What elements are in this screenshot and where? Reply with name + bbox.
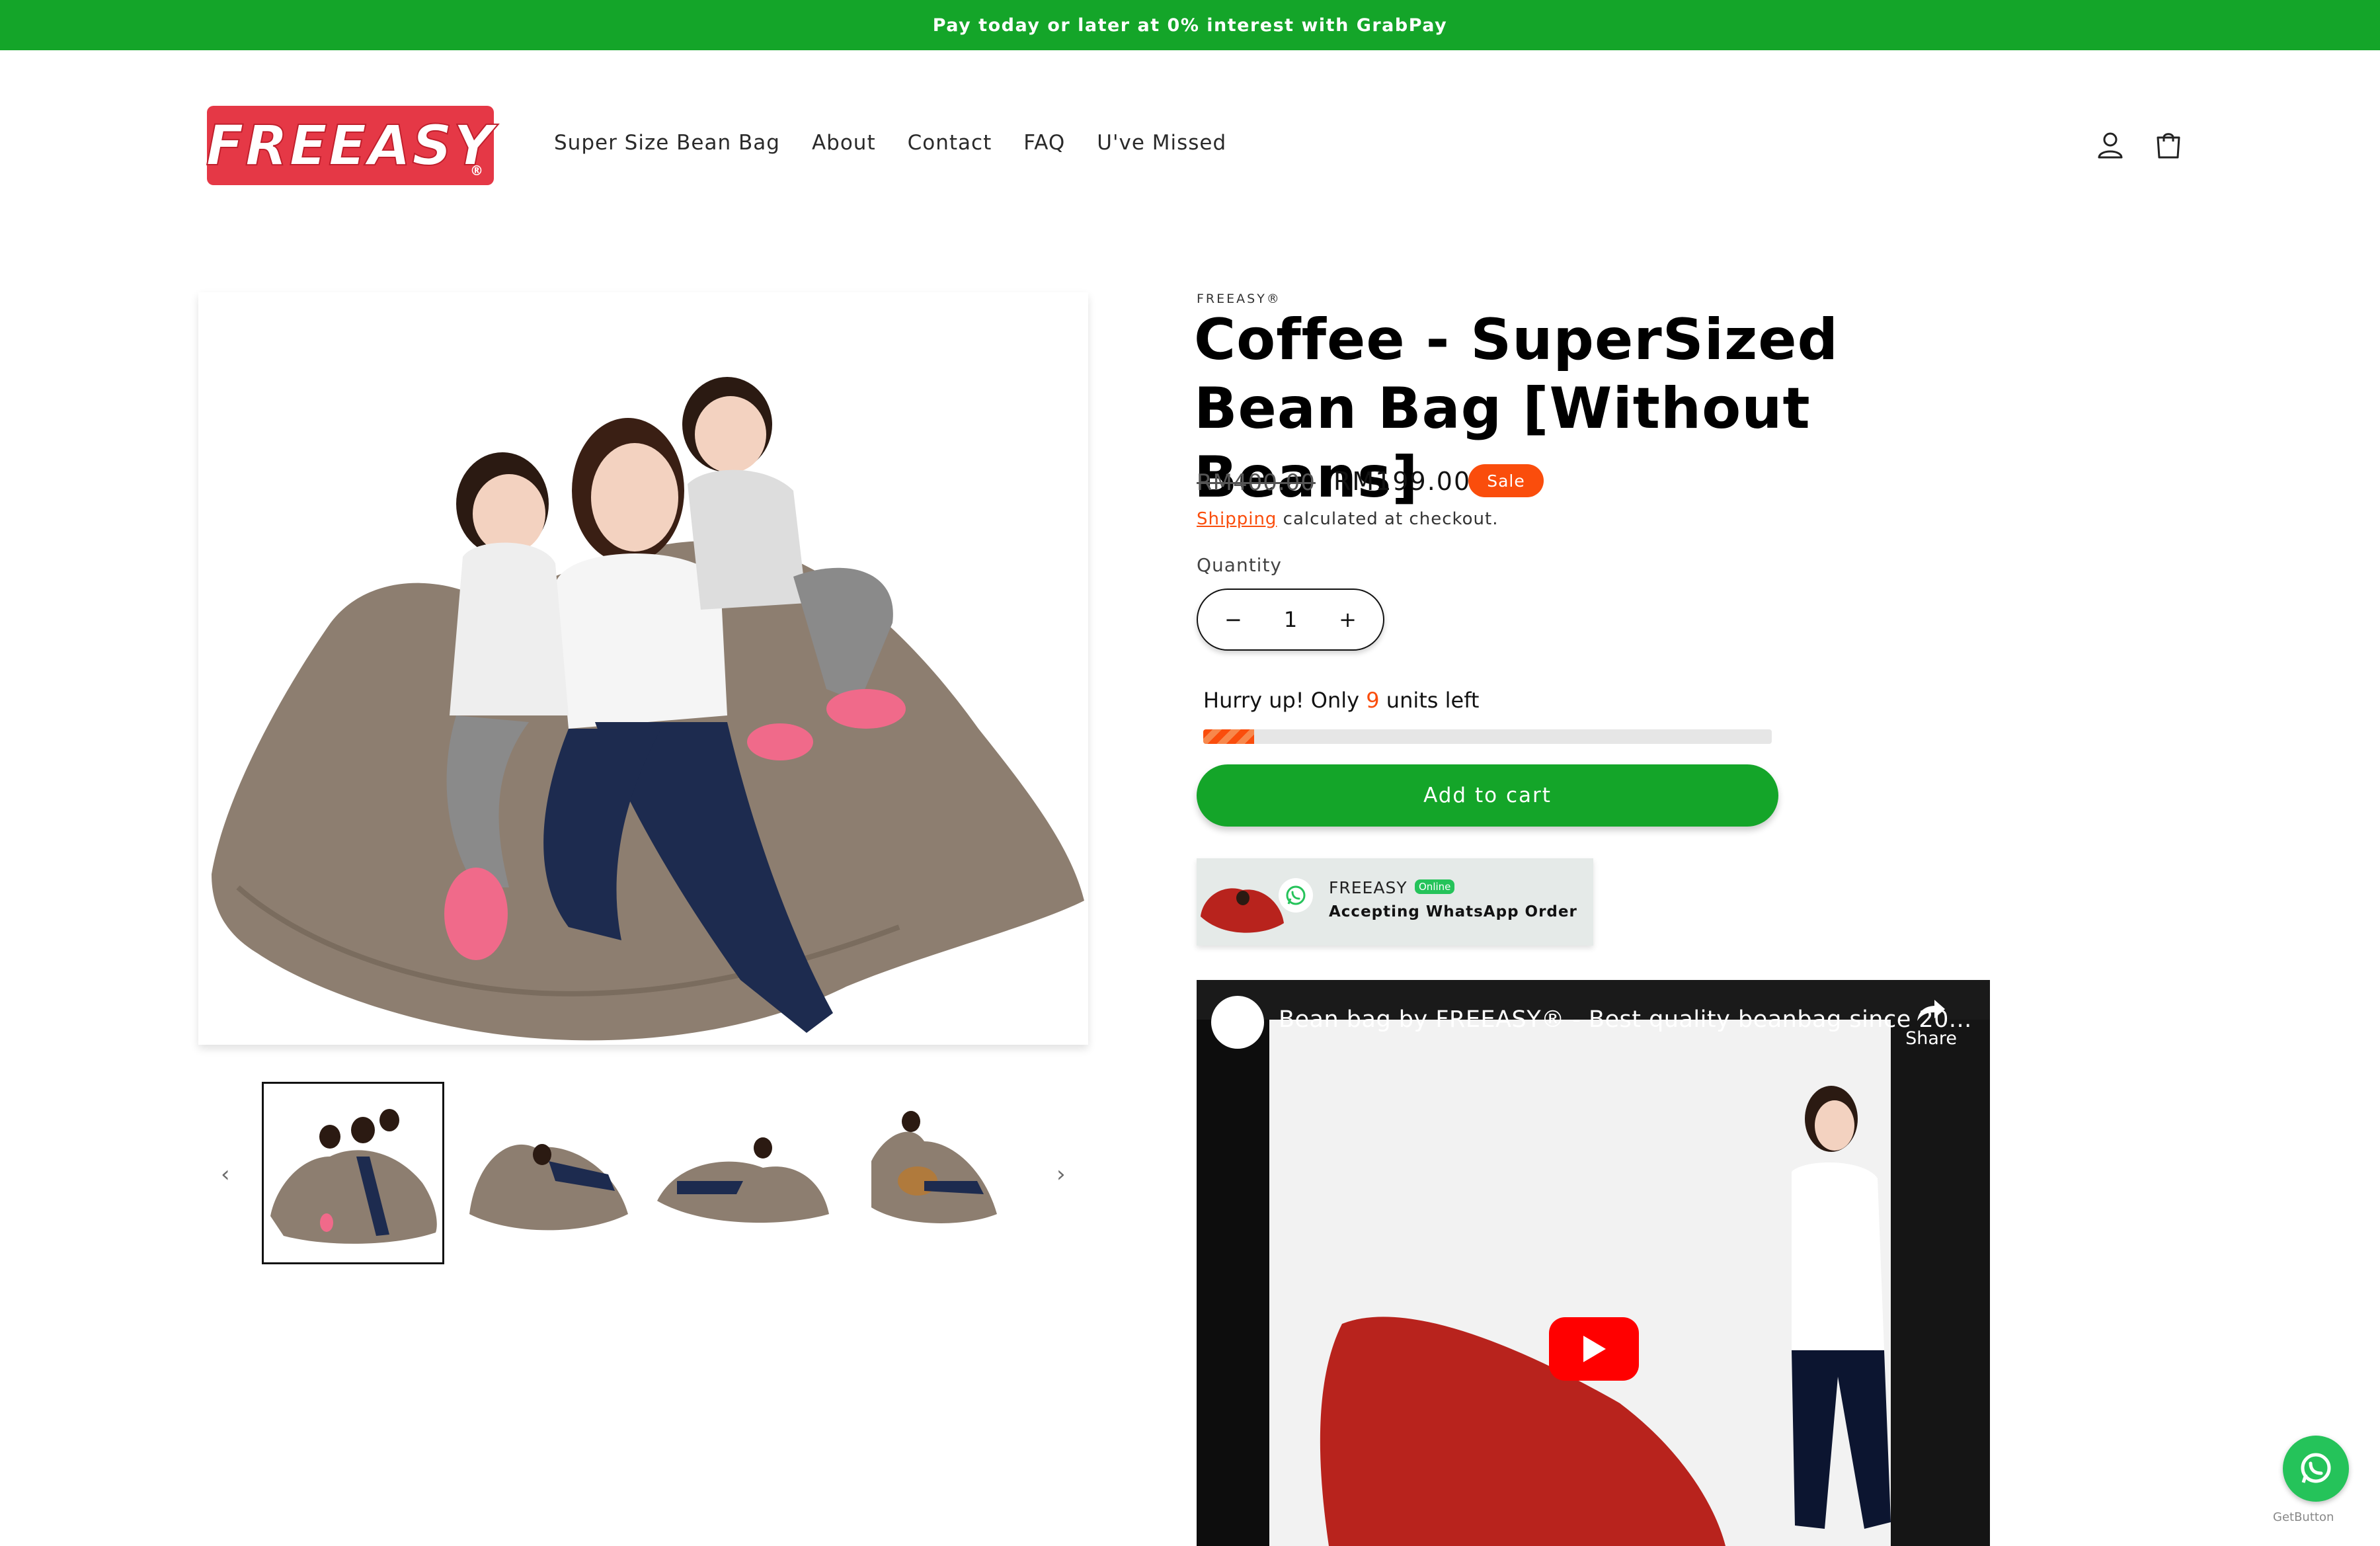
quantity-label: Quantity: [1197, 554, 1282, 576]
shipping-link[interactable]: Shipping: [1197, 509, 1277, 529]
play-button[interactable]: [1549, 1317, 1639, 1381]
nav-item-about[interactable]: About: [812, 131, 876, 155]
getbutton-credit[interactable]: GetButton: [2273, 1510, 2334, 1524]
chevron-right-icon[interactable]: ›: [1056, 1161, 1066, 1188]
nav-item-super-size-bean-bag[interactable]: Super Size Bean Bag: [554, 131, 780, 155]
announcement-bar: Pay today or later at 0% interest with G…: [0, 0, 2380, 50]
stock-count: 9: [1366, 688, 1380, 713]
bean-bag-thumbnail: [1197, 870, 1289, 943]
share-button[interactable]: Share: [1905, 997, 1957, 1049]
share-icon: [1905, 997, 1957, 1028]
nav-item-uve-missed[interactable]: U've Missed: [1097, 131, 1226, 155]
sale-price: RM199.00: [1333, 467, 1472, 496]
whatsapp-icon: [2301, 1453, 2331, 1483]
share-label: Share: [1905, 1028, 1957, 1049]
channel-avatar[interactable]: [1211, 996, 1264, 1049]
thumbnail-4[interactable]: [845, 1082, 1027, 1264]
video-title[interactable]: Bean bag by FREEASY® - Best quality bean…: [1279, 1006, 1972, 1033]
account-icon[interactable]: [2093, 128, 2127, 163]
compare-price: RM400.00: [1197, 469, 1316, 496]
product-main-image[interactable]: [198, 292, 1088, 1045]
shipping-text: calculated at checkout.: [1277, 509, 1499, 529]
main-nav: Super Size Bean Bag About Contact FAQ U'…: [554, 131, 1226, 155]
whatsapp-icon: [1279, 878, 1313, 913]
youtube-video[interactable]: Bean bag by FREEASY® - Best quality bean…: [1197, 980, 1990, 1546]
announcement-text: Pay today or later at 0% interest with G…: [932, 15, 1448, 36]
stock-message: Hurry up! Only 9 units left: [1203, 688, 1479, 713]
logo-text: FREEASY: [205, 112, 495, 179]
whatsapp-order-card[interactable]: FREEASY Online Accepting WhatsApp Order: [1197, 858, 1593, 946]
stock-prefix: Hurry up! Only: [1203, 688, 1367, 713]
thumbnail-2[interactable]: [456, 1082, 639, 1264]
floating-whatsapp-button[interactable]: [2283, 1436, 2349, 1502]
thumbnail-3[interactable]: [651, 1082, 833, 1264]
stock-progress-bar: [1203, 729, 1772, 744]
thumbnail-1[interactable]: [262, 1082, 444, 1264]
product-vendor: FREEASY®: [1197, 292, 1281, 306]
whatsapp-brand: FREEASY: [1329, 878, 1408, 897]
nav-item-contact[interactable]: Contact: [908, 131, 992, 155]
whatsapp-message: Accepting WhatsApp Order: [1329, 903, 1577, 920]
sale-badge: Sale: [1468, 464, 1544, 497]
add-to-cart-button[interactable]: Add to cart: [1197, 764, 1778, 827]
logo-registered-mark: ®: [470, 163, 485, 179]
online-badge: Online: [1415, 879, 1455, 894]
decrease-quantity-button[interactable]: −: [1224, 607, 1242, 632]
stock-suffix: units left: [1379, 688, 1480, 713]
quantity-input[interactable]: 1: [1284, 607, 1297, 632]
increase-quantity-button[interactable]: +: [1339, 607, 1357, 632]
stock-progress-fill: [1203, 729, 1255, 744]
shipping-note: Shipping calculated at checkout.: [1197, 509, 1498, 529]
nav-item-faq[interactable]: FAQ: [1023, 131, 1065, 155]
play-icon: [1583, 1336, 1606, 1362]
cart-icon[interactable]: [2151, 128, 2186, 163]
chevron-left-icon[interactable]: ‹: [221, 1161, 230, 1188]
quantity-stepper: − 1 +: [1197, 589, 1384, 651]
logo[interactable]: FREEASY ®: [205, 106, 495, 185]
